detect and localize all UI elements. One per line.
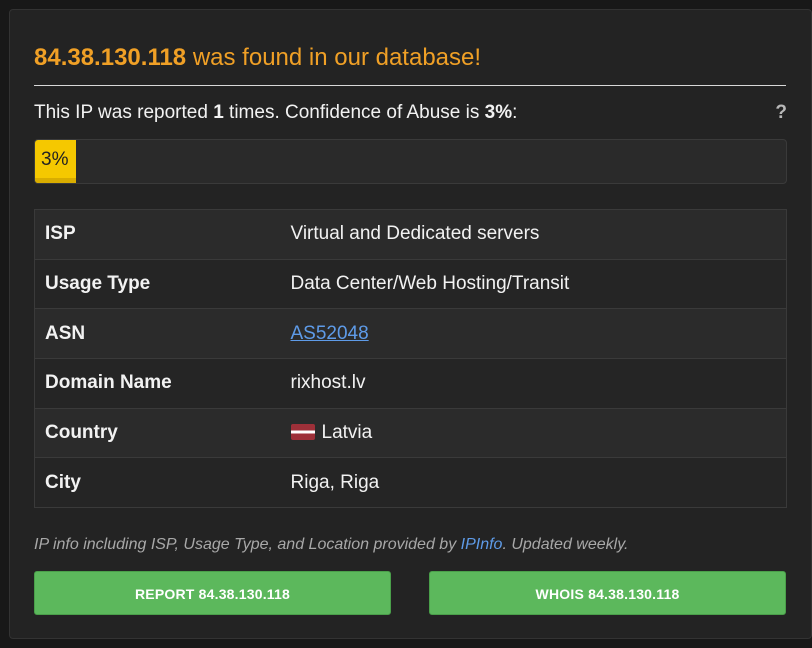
table-row: Usage Type Data Center/Web Hosting/Trans… xyxy=(34,258,787,309)
footnote-suffix: . Updated weekly. xyxy=(502,536,629,553)
detail-value: AS52048 xyxy=(280,308,787,359)
country-name: Latvia xyxy=(321,422,373,444)
ip-address: 84.38.130.118 xyxy=(34,44,187,71)
report-count: 1 xyxy=(213,102,224,123)
detail-key: Domain Name xyxy=(34,358,281,409)
report-ip-button[interactable]: REPORT 84.38.130.118 xyxy=(34,571,391,615)
report-suffix: : xyxy=(512,102,518,123)
detail-value: Riga, Riga xyxy=(280,457,787,508)
detail-key: ISP xyxy=(34,209,281,260)
table-row: Domain Name rixhost.lv xyxy=(34,358,787,409)
title-suffix: was found in our database! xyxy=(186,44,482,71)
ip-lookup-card: 84.38.130.118 was found in our database!… xyxy=(9,9,812,639)
detail-key: Usage Type xyxy=(34,258,281,309)
divider xyxy=(34,85,786,86)
table-row: ASN AS52048 xyxy=(34,308,787,359)
report-summary: This IP was reported 1 times. Confidence… xyxy=(34,102,517,124)
data-source-note: IP info including ISP, Usage Type, and L… xyxy=(34,536,628,554)
ip-details-table: ISP Virtual and Dedicated servers Usage … xyxy=(34,209,787,509)
asn-link[interactable]: AS52048 xyxy=(291,323,369,344)
detail-value: Virtual and Dedicated servers xyxy=(280,209,787,260)
latvia-flag-icon xyxy=(290,424,315,441)
table-row: City Riga, Riga xyxy=(34,457,787,508)
progress-label: 3% xyxy=(41,149,69,170)
report-middle: times. Confidence of Abuse is xyxy=(223,102,485,123)
footnote-prefix: IP info including ISP, Usage Type, and L… xyxy=(34,536,461,553)
ipinfo-link[interactable]: IPInfo xyxy=(461,536,503,553)
whois-ip-button[interactable]: WHOIS 84.38.130.118 xyxy=(429,571,786,615)
confidence-progress-bar: 3% xyxy=(34,139,787,184)
detail-key: ASN xyxy=(34,308,281,359)
table-row: ISP Virtual and Dedicated servers xyxy=(34,209,787,260)
detail-value: Latvia xyxy=(280,407,787,458)
report-prefix: This IP was reported xyxy=(34,102,214,123)
page-title: 84.38.130.118 was found in our database! xyxy=(34,44,481,72)
detail-value: rixhost.lv xyxy=(280,358,787,409)
detail-value: Data Center/Web Hosting/Transit xyxy=(280,258,787,309)
detail-key: City xyxy=(34,457,281,508)
help-icon[interactable]: ? xyxy=(775,102,787,124)
table-row: Country Latvia xyxy=(34,407,787,458)
confidence-value: 3% xyxy=(484,102,513,123)
detail-key: Country xyxy=(34,407,281,458)
